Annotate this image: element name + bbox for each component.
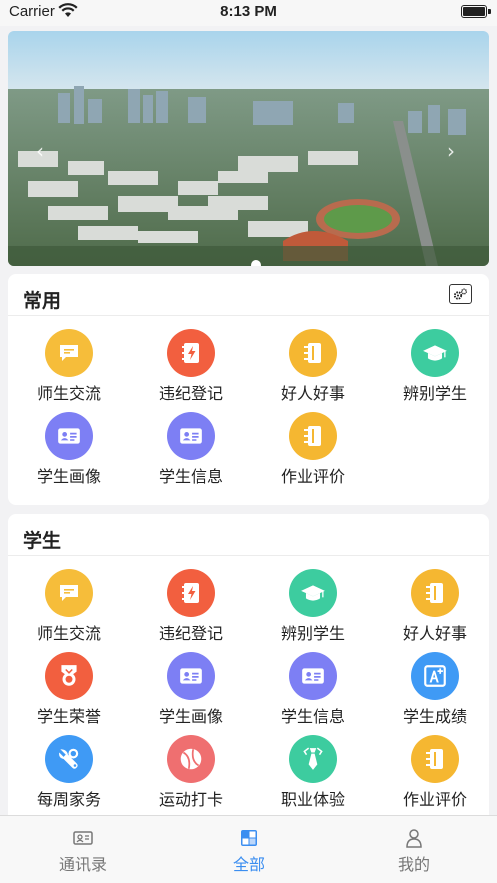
notebook-icon (411, 735, 459, 783)
grid-item[interactable]: 作业评价 (374, 735, 496, 815)
tab-all[interactable]: 全部 (166, 816, 332, 883)
grid-item[interactable]: 好人好事 (374, 569, 496, 649)
grid-item[interactable]: 学生信息 (130, 412, 252, 492)
grid-item[interactable]: 作业评价 (252, 412, 374, 492)
grid-item[interactable]: 学生画像 (130, 652, 252, 732)
grid-item[interactable]: 师生交流 (8, 569, 130, 649)
grid-item-label: 学生信息 (158, 467, 223, 486)
medal-icon (45, 652, 93, 700)
student-card: 学生 师生交流 违纪登记 辨别学生 好人好事学生荣誉 学生画像 学生信息 学生成绩每周家务 运… (8, 514, 489, 824)
grid-item-label: 好人好事 (402, 624, 467, 643)
grade-a-plus-icon (411, 652, 459, 700)
chat-icon (45, 329, 93, 377)
grid-item[interactable]: 学生信息 (252, 652, 374, 732)
common-card: 常用 师生交流 违纪登记 好人好事 辨别学生学生画像 学生信息 作业评价 (8, 274, 489, 505)
settings-button[interactable] (449, 284, 472, 304)
next-slide-icon[interactable]: › (447, 139, 455, 163)
carousel-page-dot[interactable] (251, 260, 261, 266)
grid-item[interactable]: 违纪登记 (130, 569, 252, 649)
grid-item-label: 违纪登记 (158, 624, 223, 643)
chat-icon (45, 569, 93, 617)
id-card-icon (289, 652, 337, 700)
grid-item-label: 学生信息 (280, 707, 345, 726)
id-card-icon (45, 412, 93, 460)
graduation-cap-icon (289, 569, 337, 617)
id-card-icon (167, 412, 215, 460)
tab-bar: 通讯录 全部 我的 (0, 815, 497, 883)
status-bar: Carrier 8:13 PM (0, 0, 497, 26)
grid-item-label: 学生画像 (158, 707, 223, 726)
grid-item-label: 学生成绩 (402, 707, 467, 726)
common-section-title: 常用 (23, 290, 62, 312)
tab-contacts[interactable]: 通讯录 (0, 816, 166, 883)
grid-item[interactable]: 学生成绩 (374, 652, 496, 732)
battery-icon (461, 5, 487, 18)
tab-label: 我的 (397, 855, 430, 874)
tab-label: 全部 (232, 855, 265, 874)
notebook-icon (289, 329, 337, 377)
notebook-icon (411, 569, 459, 617)
grid-item-label: 违纪登记 (158, 384, 223, 403)
notebook-icon (289, 412, 337, 460)
divider (8, 555, 489, 556)
grid-item[interactable]: 每周家务 (8, 735, 130, 815)
grid-item-label: 师生交流 (36, 384, 101, 403)
clock: 8:13 PM (220, 3, 277, 20)
banner-carousel[interactable]: ‹ › (8, 31, 489, 266)
grid-item-label: 辨别学生 (280, 624, 345, 643)
grid-item[interactable]: 运动打卡 (130, 735, 252, 815)
user-icon (406, 829, 422, 848)
grid-icon (241, 830, 257, 846)
student-section-title: 学生 (23, 530, 62, 552)
grid-item-label: 每周家务 (36, 790, 101, 809)
grid-item[interactable]: 职业体验 (252, 735, 374, 815)
graduation-cap-icon (411, 329, 459, 377)
grid-item[interactable]: 辨别学生 (374, 329, 496, 409)
lightning-notebook-icon (167, 569, 215, 617)
tab-label: 通讯录 (58, 855, 107, 874)
grid-item-label: 职业体验 (280, 790, 345, 809)
id-card-icon (167, 652, 215, 700)
grid-item[interactable]: 好人好事 (252, 329, 374, 409)
tie-icon (289, 735, 337, 783)
grid-item-label: 好人好事 (280, 384, 345, 403)
grid-item-label: 作业评价 (402, 790, 467, 809)
tab-mine[interactable]: 我的 (331, 816, 497, 883)
grid-item[interactable]: 学生画像 (8, 412, 130, 492)
gears-icon (453, 287, 468, 300)
grid-item-label: 运动打卡 (158, 790, 223, 809)
grid-item-label: 师生交流 (36, 624, 101, 643)
grid-item-label: 辨别学生 (402, 384, 467, 403)
wrench-icon (45, 735, 93, 783)
grid-item[interactable]: 违纪登记 (130, 329, 252, 409)
grid-item[interactable]: 辨别学生 (252, 569, 374, 649)
contacts-icon (73, 831, 93, 845)
divider (8, 315, 489, 316)
grid-item[interactable]: 师生交流 (8, 329, 130, 409)
grid-item[interactable]: 学生荣誉 (8, 652, 130, 732)
grid-item-label: 学生荣誉 (36, 707, 101, 726)
grid-item-label: 学生画像 (36, 467, 101, 486)
campus-aerial-photo (8, 31, 489, 266)
ball-icon (167, 735, 215, 783)
lightning-notebook-icon (167, 329, 215, 377)
prev-slide-icon[interactable]: ‹ (36, 139, 44, 163)
grid-item-label: 作业评价 (280, 467, 345, 486)
